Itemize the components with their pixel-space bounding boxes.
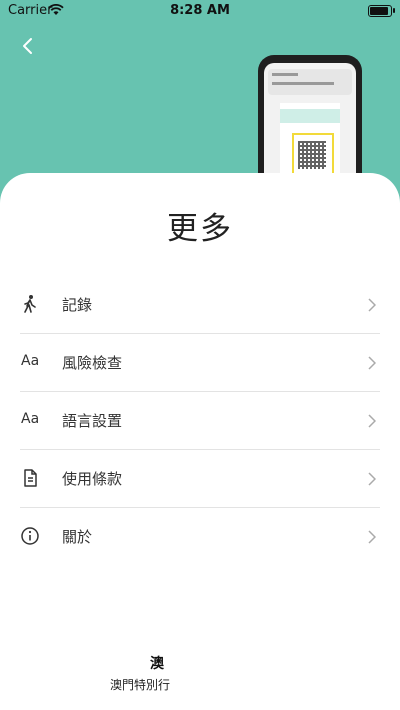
battery-icon: [368, 5, 395, 17]
status-bar: Carrier 8:28 AM: [0, 0, 400, 22]
info-icon: [21, 527, 39, 545]
status-time: 8:28 AM: [170, 3, 230, 18]
menu-item-about[interactable]: 關於: [20, 508, 380, 565]
chevron-right-icon: [368, 530, 376, 544]
menu-item-risk-check[interactable]: Aa 風險檢查: [20, 334, 380, 392]
page-title: 更多: [167, 211, 233, 247]
footer-subtitle: 澳門特別行: [110, 678, 171, 692]
qr-code-icon: [298, 141, 326, 169]
menu-item-language-settings[interactable]: Aa 語言設置: [20, 392, 380, 450]
chevron-right-icon: [368, 298, 376, 312]
chevron-right-icon: [368, 356, 376, 370]
menu-item-label: 記錄: [62, 296, 93, 314]
back-chevron-icon[interactable]: [16, 34, 40, 58]
document-icon: [24, 469, 37, 487]
menu-list: 記錄 Aa 風險檢查 Aa 語言設置 使用條款 關於: [0, 276, 400, 565]
walking-person-icon: [24, 295, 36, 313]
chevron-right-icon: [368, 472, 376, 486]
menu-item-label: 使用條款: [62, 470, 123, 488]
text-aa-icon: Aa: [21, 411, 40, 427]
menu-item-label: 關於: [62, 528, 93, 546]
menu-item-records[interactable]: 記錄: [20, 276, 380, 334]
menu-item-label: 風險檢查: [62, 354, 123, 372]
menu-item-terms-of-use[interactable]: 使用條款: [20, 450, 380, 508]
more-sheet: 更多 記錄 Aa 風險檢查 Aa 語言設置 使用條款 關於 澳 澳門特別行: [0, 173, 400, 710]
menu-item-label: 語言設置: [62, 412, 123, 430]
text-aa-icon: Aa: [21, 353, 40, 369]
footer-title: 澳: [150, 656, 164, 672]
chevron-right-icon: [368, 414, 376, 428]
